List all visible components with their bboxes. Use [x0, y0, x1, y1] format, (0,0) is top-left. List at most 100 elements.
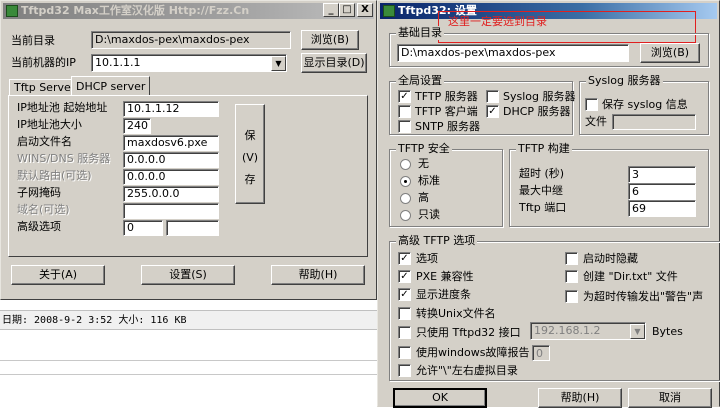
security-readonly-label: 只读 [418, 208, 440, 221]
help-button[interactable]: 帮助(H) [271, 265, 365, 285]
log-line: 日期: 2008-9-2 3:52 大小: 116 KB [2, 315, 187, 326]
tftp-port-label: Tftp 端口 [519, 201, 567, 214]
settings-dialog: Tftpd32: 设置 这里一定要选到目录 基础目录 D:\maxdos-pex… [377, 0, 720, 408]
chevron-down-icon[interactable]: ▼ [630, 324, 645, 339]
security-readonly-radio[interactable] [400, 210, 411, 221]
save-char-1: 保 [244, 129, 256, 142]
bind-interface-label: 只使用 Tftpd32 接口 [416, 326, 521, 339]
unix-filename-label: 转换Unix文件名 [416, 307, 496, 320]
main-title-bar[interactable]: Tftpd32 Max工作室汉化版 Http://Fzz.Cn [3, 3, 374, 19]
syslog-file-field[interactable] [612, 114, 696, 130]
timeout-beep-checkbox[interactable] [565, 290, 578, 303]
dhcp-field-label: WINS/DNS 服务器 [17, 152, 111, 165]
dhcp-field-input[interactable]: 0 [123, 220, 163, 236]
log-area: 日期: 2008-9-2 3:52 大小: 116 KB [0, 300, 377, 407]
dhcp-server-checkbox[interactable]: ✓ [486, 105, 499, 118]
base-dir-group-label: 基础目录 [396, 26, 444, 40]
bind-interface-checkbox[interactable] [398, 326, 411, 339]
settings-button[interactable]: 设置(S) [141, 265, 235, 285]
error-report-field[interactable]: 0 [532, 345, 550, 361]
dhcp-field-label: IP地址池大小 [17, 118, 82, 131]
option-negotiation-checkbox[interactable]: ✓ [398, 252, 411, 265]
dhcp-field-label: 子网掩码 [17, 186, 61, 199]
settings-browse-button[interactable]: 浏览(B) [640, 43, 700, 63]
timeout-beep-label: 为超时传输发出"警告"声 [583, 290, 704, 303]
about-button[interactable]: 关于(A) [11, 265, 105, 285]
save-char-3: 存 [244, 173, 256, 186]
dhcp-field-label: 域名(可选) [17, 203, 70, 216]
hide-on-start-label: 启动时隐藏 [583, 252, 638, 265]
progress-bar-label: 显示进度条 [416, 288, 471, 301]
log-divider [0, 360, 377, 361]
server-ip-select[interactable]: 10.1.1.1 [91, 54, 287, 72]
close-button[interactable]: X [357, 3, 373, 17]
dhcp-field-input[interactable]: 0.0.0.0 [123, 152, 219, 168]
win-error-report-checkbox[interactable] [398, 346, 411, 359]
dhcp-save-button[interactable]: 保 (V) 存 [235, 104, 265, 204]
show-dir-button[interactable]: 显示目录(D) [301, 53, 367, 73]
syslog-server-label: Syslog 服务器 [503, 90, 576, 103]
tftpd32-app-icon [6, 5, 18, 17]
bytes-label: Bytes [652, 325, 683, 338]
dhcp-field-input[interactable]: 10.1.1.12 [123, 101, 219, 117]
sntp-server-label: SNTP 服务器 [415, 120, 481, 133]
dhcp-field-label: 启动文件名 [17, 135, 72, 148]
syslog-server-checkbox[interactable] [486, 90, 499, 103]
tftp-server-label: TFTP 服务器 [415, 90, 478, 103]
ok-button[interactable]: OK [393, 388, 487, 408]
tab-dhcp-server[interactable]: DHCP server [71, 76, 151, 96]
maximize-button[interactable]: □ [339, 3, 355, 17]
tftp-port-field[interactable]: 69 [628, 200, 696, 217]
security-standard-radio[interactable] [400, 176, 411, 187]
dhcp-field-label: 高级选项 [17, 220, 61, 233]
tftpd32-main-window: Tftpd32 Max工作室汉化版 Http://Fzz.Cn _ □ X 当前… [0, 0, 377, 300]
settings-cancel-button[interactable]: 取消 [628, 388, 712, 408]
virtual-root-label: 允许"\"左右虚拟目录 [416, 364, 518, 377]
dhcp-field-input[interactable]: 255.0.0.0 [123, 186, 219, 202]
base-dir-field[interactable]: D:\maxdos-pex\maxdos-pex [397, 44, 629, 62]
unix-filename-checkbox[interactable] [398, 307, 411, 320]
advanced-options-label: 高级 TFTP 选项 [396, 234, 478, 248]
dhcp-server-label: DHCP 服务器 [503, 105, 571, 118]
security-none-radio[interactable] [400, 159, 411, 170]
interface-ip-select[interactable]: 192.168.1.2 [530, 322, 646, 340]
option-negotiation-label: 选项 [416, 252, 438, 265]
global-settings-label: 全局设置 [396, 74, 444, 88]
create-dirtxt-checkbox[interactable] [565, 270, 578, 283]
tftp-server-checkbox[interactable]: ✓ [398, 90, 411, 103]
max-retransmit-field[interactable]: 6 [628, 183, 696, 200]
chevron-down-icon[interactable]: ▼ [271, 56, 286, 71]
max-retransmit-label: 最大中继 [519, 184, 563, 197]
tab-tftp-server[interactable]: Tftp Server [9, 79, 81, 96]
security-high-radio[interactable] [400, 193, 411, 204]
tftp-config-label: TFTP 构建 [516, 142, 572, 156]
sntp-server-checkbox[interactable] [398, 120, 411, 133]
pxe-compat-checkbox[interactable]: ✓ [398, 270, 411, 283]
main-window-title: Tftpd32 Max工作室汉化版 Http://Fzz.Cn [21, 4, 250, 17]
timeout-field[interactable]: 3 [628, 166, 696, 183]
minimize-button[interactable]: _ [323, 3, 339, 17]
save-syslog-checkbox[interactable] [585, 98, 598, 111]
progress-bar-checkbox[interactable]: ✓ [398, 288, 411, 301]
dhcp-field-label: 默认路由(可选) [17, 169, 92, 182]
log-divider [0, 374, 377, 375]
security-high-label: 高 [418, 191, 429, 204]
win-error-report-label: 使用windows故障报告 [416, 346, 530, 359]
browse-button[interactable]: 浏览(B) [301, 30, 359, 50]
dhcp-field-input[interactable]: maxdosv6.pxe [123, 135, 219, 151]
security-none-label: 无 [418, 157, 429, 170]
dhcp-advanced-extra-field[interactable] [166, 220, 219, 236]
current-dir-field[interactable]: D:\maxdos-pex\maxdos-pex [91, 31, 291, 49]
dhcp-field-input[interactable]: 240 [123, 118, 151, 134]
tftp-client-label: TFTP 客户端 [415, 105, 478, 118]
hide-on-start-checkbox[interactable] [565, 252, 578, 265]
settings-help-button[interactable]: 帮助(H) [538, 388, 622, 408]
virtual-root-checkbox[interactable] [398, 364, 411, 377]
dhcp-field-input[interactable] [123, 203, 219, 219]
security-standard-label: 标准 [418, 174, 440, 187]
create-dirtxt-label: 创建 "Dir.txt" 文件 [583, 270, 678, 283]
dhcp-field-input[interactable]: 0.0.0.0 [123, 169, 219, 185]
syslog-group-label: Syslog 服务器 [586, 74, 663, 88]
tftp-security-label: TFTP 安全 [396, 142, 452, 156]
tftp-client-checkbox[interactable] [398, 105, 411, 118]
